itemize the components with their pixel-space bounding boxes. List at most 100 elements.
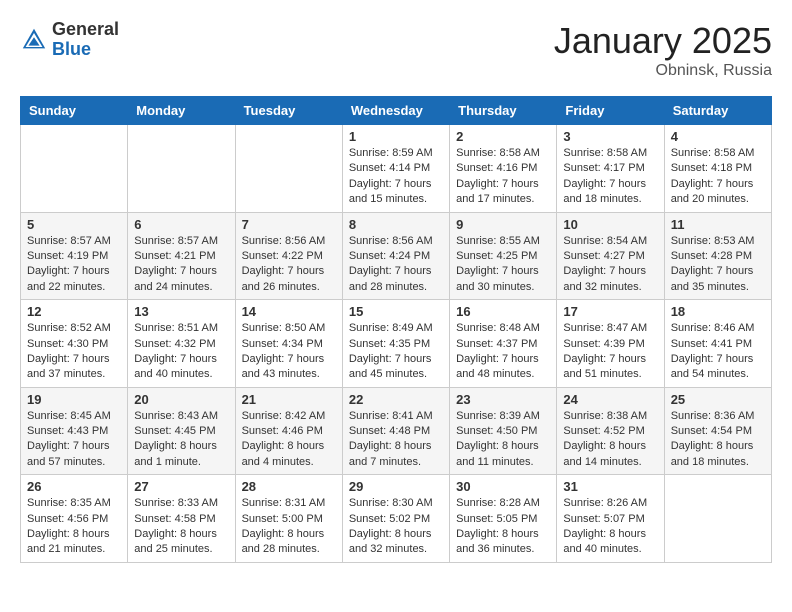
day-number: 5: [27, 217, 121, 232]
day-info: Sunrise: 8:56 AM Sunset: 4:22 PM Dayligh…: [242, 234, 336, 296]
weekday-header: Saturday: [664, 97, 771, 125]
weekday-header: Wednesday: [342, 97, 449, 125]
day-info: Sunrise: 8:36 AM Sunset: 4:54 PM Dayligh…: [671, 409, 765, 471]
month-title: January 2025: [554, 20, 772, 62]
day-number: 27: [134, 479, 228, 494]
calendar-cell: 19 Sunrise: 8:45 AM Sunset: 4:43 PM Dayli…: [21, 387, 128, 475]
day-number: 20: [134, 392, 228, 407]
day-info: Sunrise: 8:52 AM Sunset: 4:30 PM Dayligh…: [27, 321, 121, 383]
calendar-header-row: SundayMondayTuesdayWednesdayThursdayFrid…: [21, 97, 772, 125]
calendar-cell: 14Sunrise: 8:50 AM Sunset: 4:34 PM Dayli…: [235, 300, 342, 388]
logo-icon: [20, 26, 48, 54]
calendar-week-row: 19 Sunrise: 8:45 AM Sunset: 4:43 PM Dayli…: [21, 387, 772, 475]
day-number: 11: [671, 217, 765, 232]
calendar-week-row: 1Sunrise: 8:59 AM Sunset: 4:14 PM Daylig…: [21, 125, 772, 213]
day-info: Sunrise: 8:46 AM Sunset: 4:41 PM Dayligh…: [671, 321, 765, 383]
calendar-cell: 11 Sunrise: 8:53 AM Sunset: 4:28 PM Dayli…: [664, 212, 771, 300]
day-info: Sunrise: 8:48 AM Sunset: 4:37 PM Dayligh…: [456, 321, 550, 383]
weekday-header: Tuesday: [235, 97, 342, 125]
day-number: 22: [349, 392, 443, 407]
calendar-cell: 13Sunrise: 8:51 AM Sunset: 4:32 PM Dayli…: [128, 300, 235, 388]
calendar-cell: 5Sunrise: 8:57 AM Sunset: 4:19 PM Daylig…: [21, 212, 128, 300]
day-number: 24: [563, 392, 657, 407]
weekday-header: Sunday: [21, 97, 128, 125]
calendar-cell: 8 Sunrise: 8:56 AM Sunset: 4:24 PM Daylig…: [342, 212, 449, 300]
calendar-cell: 22 Sunrise: 8:41 AM Sunset: 4:48 PM Dayli…: [342, 387, 449, 475]
day-info: Sunrise: 8:45 AM Sunset: 4:43 PM Dayligh…: [27, 409, 121, 471]
day-number: 7: [242, 217, 336, 232]
logo-blue-text: Blue: [52, 40, 119, 60]
calendar-cell: 9Sunrise: 8:55 AM Sunset: 4:25 PM Daylig…: [450, 212, 557, 300]
calendar-cell: 18Sunrise: 8:46 AM Sunset: 4:41 PM Dayli…: [664, 300, 771, 388]
day-info: Sunrise: 8:58 AM Sunset: 4:18 PM Dayligh…: [671, 146, 765, 208]
day-number: 26: [27, 479, 121, 494]
page-header: General Blue January 2025 Obninsk, Russi…: [20, 20, 772, 80]
day-info: Sunrise: 8:33 AM Sunset: 4:58 PM Dayligh…: [134, 496, 228, 558]
day-number: 19: [27, 392, 121, 407]
calendar-cell: 16 Sunrise: 8:48 AM Sunset: 4:37 PM Dayli…: [450, 300, 557, 388]
day-info: Sunrise: 8:54 AM Sunset: 4:27 PM Dayligh…: [563, 234, 657, 296]
calendar-cell: 29 Sunrise: 8:30 AM Sunset: 5:02 PM Dayli…: [342, 475, 449, 563]
day-info: Sunrise: 8:57 AM Sunset: 4:21 PM Dayligh…: [134, 234, 228, 296]
day-info: Sunrise: 8:39 AM Sunset: 4:50 PM Dayligh…: [456, 409, 550, 471]
day-info: Sunrise: 8:41 AM Sunset: 4:48 PM Dayligh…: [349, 409, 443, 471]
day-number: 15: [349, 304, 443, 319]
calendar-week-row: 5Sunrise: 8:57 AM Sunset: 4:19 PM Daylig…: [21, 212, 772, 300]
day-info: Sunrise: 8:58 AM Sunset: 4:17 PM Dayligh…: [563, 146, 657, 208]
calendar-cell: [21, 125, 128, 213]
calendar-cell: 3 Sunrise: 8:58 AM Sunset: 4:17 PM Daylig…: [557, 125, 664, 213]
logo-general-text: General: [52, 20, 119, 40]
calendar-cell: 23 Sunrise: 8:39 AM Sunset: 4:50 PM Dayli…: [450, 387, 557, 475]
day-number: 13: [134, 304, 228, 319]
logo-text: General Blue: [52, 20, 119, 60]
day-info: Sunrise: 8:42 AM Sunset: 4:46 PM Dayligh…: [242, 409, 336, 471]
logo: General Blue: [20, 20, 119, 60]
day-number: 8: [349, 217, 443, 232]
weekday-header: Thursday: [450, 97, 557, 125]
calendar-cell: 7 Sunrise: 8:56 AM Sunset: 4:22 PM Daylig…: [235, 212, 342, 300]
day-info: Sunrise: 8:38 AM Sunset: 4:52 PM Dayligh…: [563, 409, 657, 471]
calendar-cell: 10 Sunrise: 8:54 AM Sunset: 4:27 PM Dayli…: [557, 212, 664, 300]
calendar-cell: [664, 475, 771, 563]
calendar-cell: 17Sunrise: 8:47 AM Sunset: 4:39 PM Dayli…: [557, 300, 664, 388]
day-number: 31: [563, 479, 657, 494]
day-number: 14: [242, 304, 336, 319]
calendar-cell: 25 Sunrise: 8:36 AM Sunset: 4:54 PM Dayli…: [664, 387, 771, 475]
day-number: 12: [27, 304, 121, 319]
day-info: Sunrise: 8:31 AM Sunset: 5:00 PM Dayligh…: [242, 496, 336, 558]
calendar-cell: [235, 125, 342, 213]
calendar-cell: 27 Sunrise: 8:33 AM Sunset: 4:58 PM Dayli…: [128, 475, 235, 563]
calendar-cell: 12 Sunrise: 8:52 AM Sunset: 4:30 PM Dayli…: [21, 300, 128, 388]
calendar-week-row: 26Sunrise: 8:35 AM Sunset: 4:56 PM Dayli…: [21, 475, 772, 563]
day-number: 21: [242, 392, 336, 407]
day-number: 30: [456, 479, 550, 494]
calendar-cell: 24 Sunrise: 8:38 AM Sunset: 4:52 PM Dayli…: [557, 387, 664, 475]
calendar-cell: 26Sunrise: 8:35 AM Sunset: 4:56 PM Dayli…: [21, 475, 128, 563]
day-number: 16: [456, 304, 550, 319]
day-info: Sunrise: 8:26 AM Sunset: 5:07 PM Dayligh…: [563, 496, 657, 558]
day-info: Sunrise: 8:56 AM Sunset: 4:24 PM Dayligh…: [349, 234, 443, 296]
day-info: Sunrise: 8:28 AM Sunset: 5:05 PM Dayligh…: [456, 496, 550, 558]
calendar-cell: 2Sunrise: 8:58 AM Sunset: 4:16 PM Daylig…: [450, 125, 557, 213]
calendar-cell: 15Sunrise: 8:49 AM Sunset: 4:35 PM Dayli…: [342, 300, 449, 388]
day-info: Sunrise: 8:43 AM Sunset: 4:45 PM Dayligh…: [134, 409, 228, 471]
day-info: Sunrise: 8:30 AM Sunset: 5:02 PM Dayligh…: [349, 496, 443, 558]
weekday-header: Friday: [557, 97, 664, 125]
calendar-cell: 4Sunrise: 8:58 AM Sunset: 4:18 PM Daylig…: [664, 125, 771, 213]
day-number: 3: [563, 129, 657, 144]
calendar-cell: 30 Sunrise: 8:28 AM Sunset: 5:05 PM Dayli…: [450, 475, 557, 563]
calendar-cell: 20 Sunrise: 8:43 AM Sunset: 4:45 PM Dayli…: [128, 387, 235, 475]
calendar-cell: [128, 125, 235, 213]
day-number: 25: [671, 392, 765, 407]
calendar-cell: 1Sunrise: 8:59 AM Sunset: 4:14 PM Daylig…: [342, 125, 449, 213]
day-number: 29: [349, 479, 443, 494]
day-info: Sunrise: 8:53 AM Sunset: 4:28 PM Dayligh…: [671, 234, 765, 296]
day-number: 9: [456, 217, 550, 232]
calendar-cell: 6Sunrise: 8:57 AM Sunset: 4:21 PM Daylig…: [128, 212, 235, 300]
day-number: 28: [242, 479, 336, 494]
calendar-cell: 28 Sunrise: 8:31 AM Sunset: 5:00 PM Dayli…: [235, 475, 342, 563]
day-number: 23: [456, 392, 550, 407]
day-number: 2: [456, 129, 550, 144]
location: Obninsk, Russia: [554, 62, 772, 80]
day-number: 10: [563, 217, 657, 232]
